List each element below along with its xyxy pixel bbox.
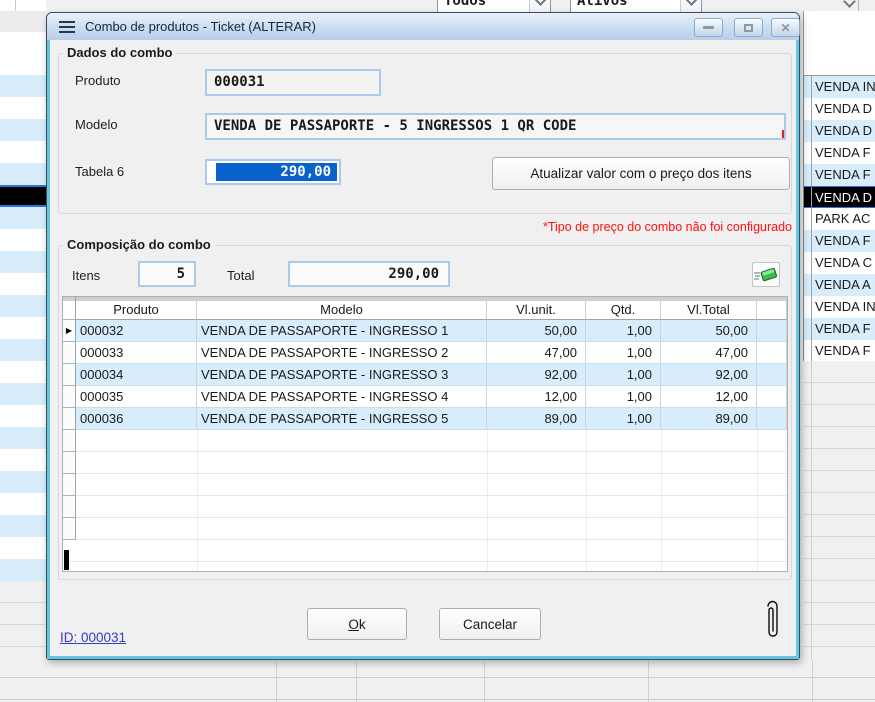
grid-line: [276, 661, 277, 702]
bg-table-row[interactable]: VENDA C: [804, 252, 875, 274]
attachment-button[interactable]: [763, 596, 781, 649]
bg-area: [803, 11, 875, 75]
bg-table-row[interactable]: VENDA D: [804, 120, 875, 142]
produto-field[interactable]: 000031: [205, 69, 381, 96]
record-id-link[interactable]: ID: 000031: [60, 630, 126, 645]
filter-dropdown-ativos[interactable]: Ativos: [570, 0, 702, 12]
empty-row-header: [63, 518, 76, 540]
row-marker-icon: ▶: [63, 320, 76, 342]
table-row[interactable]: 000034 VENDA DE PASSAPORTE - INGRESSO 3 …: [63, 364, 787, 386]
grid-line: [648, 661, 649, 702]
modelo-field[interactable]: VENDA DE PASSAPORTE - 5 INGRESSOS 1 QR C…: [205, 113, 786, 140]
table-row[interactable]: 000033 VENDA DE PASSAPORTE - INGRESSO 2 …: [63, 342, 787, 364]
chevron-down-icon[interactable]: [680, 0, 701, 12]
group-label: Composição do combo: [63, 237, 215, 252]
bg-table-row[interactable]: VENDA IN: [804, 296, 875, 318]
bg-selected-row[interactable]: [0, 185, 46, 207]
bg-grid-lines: [0, 660, 875, 702]
close-icon: ✕: [780, 22, 790, 34]
group-label: Dados do combo: [63, 45, 176, 60]
col-header-vlunit[interactable]: Vl.unit.: [487, 297, 586, 320]
table-row[interactable]: 000036 VENDA DE PASSAPORTE - INGRESSO 5 …: [63, 408, 787, 430]
menu-icon[interactable]: [59, 21, 75, 33]
dialog-title: Combo de produtos - Ticket (ALTERAR): [85, 19, 316, 34]
grid-line: [484, 661, 485, 702]
price-type-warning: *Tipo de preço do combo não foi configur…: [543, 220, 792, 234]
modelo-label: Modelo: [75, 117, 118, 132]
bg-table-row[interactable]: VENDA F: [804, 230, 875, 252]
bg-table: VENDA IN VENDA D VENDA D VENDA F VENDA F…: [803, 75, 875, 362]
maximize-icon: [744, 24, 753, 32]
paperclip-icon: [763, 596, 781, 644]
filter-dropdown-todos[interactable]: Todos: [437, 0, 551, 12]
dialog-titlebar[interactable]: Combo de produtos - Ticket (ALTERAR): [47, 13, 799, 41]
col-header-modelo[interactable]: Modelo: [197, 297, 487, 320]
filter-todos-value: Todos: [438, 0, 529, 9]
minimize-icon: [703, 26, 714, 29]
clear-items-button[interactable]: [752, 262, 780, 287]
dialog-client-area: Dados do combo Produto 000031 Modelo VEN…: [47, 40, 799, 659]
grid-line: [812, 661, 813, 702]
empty-row-header: [63, 430, 76, 452]
combo-items-grid: Produto Modelo Vl.unit. Qtd. Vl.Total ▶ …: [62, 296, 788, 572]
required-mark-icon: [782, 130, 785, 139]
tabela-preco-field[interactable]: 290,00: [205, 159, 341, 185]
top-strip: Todos Ativos: [0, 0, 875, 12]
cancel-button[interactable]: Cancelar: [439, 608, 541, 640]
tabela-label: Tabela 6: [75, 164, 124, 179]
minimize-button[interactable]: [694, 18, 723, 37]
bg-row: [0, 11, 46, 33]
itens-label: Itens: [72, 268, 100, 283]
grid-header-row: Produto Modelo Vl.unit. Qtd. Vl.Total: [63, 297, 787, 320]
table-row[interactable]: 000035 VENDA DE PASSAPORTE - INGRESSO 4 …: [63, 386, 787, 408]
empty-row-header: [63, 496, 76, 518]
col-header-vltotal[interactable]: Vl.Total: [661, 297, 757, 320]
empty-row-header: [63, 452, 76, 474]
bg-row: [0, 32, 46, 55]
col-header-produto[interactable]: Produto: [76, 297, 197, 320]
col-header-qtd[interactable]: Qtd.: [586, 297, 661, 320]
produto-label: Produto: [75, 73, 121, 88]
grid-line: [858, 0, 859, 11]
chevron-down-icon[interactable]: [529, 0, 550, 12]
bg-grid-lines: [803, 361, 875, 660]
table-row[interactable]: ▶ 000032 VENDA DE PASSAPORTE - INGRESSO …: [63, 320, 787, 342]
chevron-down-icon: [843, 0, 856, 8]
bg-table-row-selected[interactable]: VENDA D: [804, 186, 875, 208]
grid-line: [356, 661, 357, 702]
total-value-field: 290,00: [288, 261, 450, 287]
eraser-icon: [753, 264, 779, 286]
maximize-button[interactable]: [734, 18, 763, 37]
filter-ativos-value: Ativos: [571, 0, 680, 9]
total-label: Total: [227, 268, 254, 283]
bg-table-row[interactable]: VENDA F: [804, 142, 875, 164]
bg-table-row[interactable]: VENDA D: [804, 98, 875, 120]
bg-stripes: [0, 75, 46, 581]
grid-empty-area: [63, 430, 787, 571]
bg-table-row[interactable]: VENDA IN: [804, 76, 875, 98]
bg-table-row[interactable]: PARK AC: [804, 208, 875, 230]
bg-table-row[interactable]: VENDA F: [804, 318, 875, 340]
grid-line: [811, 361, 812, 702]
bg-row: [0, 54, 46, 75]
bg-table-row[interactable]: VENDA F: [804, 340, 875, 362]
ok-button[interactable]: Ok: [307, 608, 407, 640]
empty-row-header: [63, 474, 76, 496]
bg-grid-lines: [0, 581, 46, 660]
atualizar-valor-button[interactable]: Atualizar valor com o preço dos itens: [492, 157, 790, 190]
close-button[interactable]: ✕: [771, 18, 800, 37]
bg-table-row[interactable]: VENDA A: [804, 274, 875, 296]
grid-cursor: [64, 550, 69, 570]
itens-count-field: 5: [138, 261, 196, 287]
bg-table-row[interactable]: VENDA F: [804, 164, 875, 186]
selected-text: 290,00: [216, 163, 337, 181]
combo-produtos-dialog: Combo de produtos - Ticket (ALTERAR) ✕ D…: [46, 12, 800, 660]
